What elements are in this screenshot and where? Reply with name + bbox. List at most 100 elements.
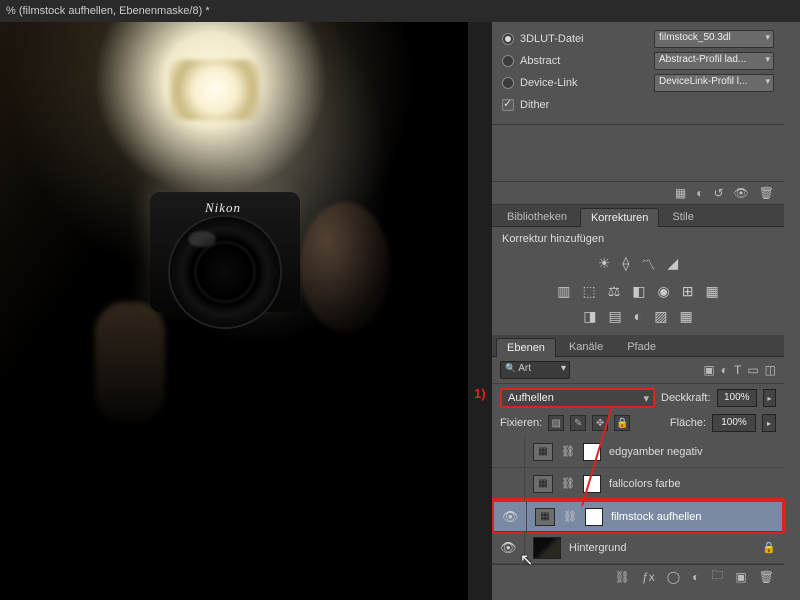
layers-footer-icons: ⛓ ƒx ◯ ◐ 🗀 ▣ 🗑 (492, 564, 784, 588)
photo-hand (95, 302, 165, 422)
radio-device-link[interactable] (502, 77, 514, 89)
filter-adjustment-icon[interactable]: ◐ (721, 363, 728, 377)
photo-camera-lens (170, 217, 280, 327)
adjustment-thumbnail-icon: ▦ (535, 508, 555, 526)
layer-mask-thumbnail[interactable] (583, 443, 601, 461)
adj-posterize-icon[interactable]: ▤ (609, 308, 622, 325)
image-canvas[interactable]: Nikon (0, 22, 468, 600)
layer-lock-row: Fixieren: ▨ ✎ ✥ 🔒 Fläche: 100% ▸ (492, 410, 784, 436)
layer-row-edgyamber[interactable]: 👁 ▦ ⛓ edgyamber negativ (492, 436, 784, 468)
filter-shape-icon[interactable]: ▭ (747, 363, 758, 377)
adj-exposure-icon[interactable]: ◢ (667, 255, 678, 275)
tab-styles[interactable]: Stile (661, 207, 704, 226)
layer-row-filmstock[interactable]: 👁 ▦ ⛓ filmstock aufhellen (492, 500, 784, 532)
visibility-toggle[interactable]: 👁 (500, 540, 516, 556)
document-tab-bar: % (filmstock aufhellen, Ebenenmaske/8) * (0, 0, 800, 22)
adj-gradientmap-icon[interactable]: ▦ (679, 308, 692, 325)
tab-channels[interactable]: Kanäle (558, 337, 614, 356)
adj-colorlookup-icon[interactable]: ▦ (705, 283, 718, 300)
label-device-link: Device-Link (520, 77, 577, 89)
dropdown-device-link-profile[interactable]: DeviceLink-Profil l... (654, 74, 774, 92)
adjustments-panel: Korrektur hinzufügen ☀ ⟠ 〽 ◢ ▥ ⬚ ⚖ ◧ ◉ ⊞… (492, 227, 784, 335)
adj-curves-icon[interactable]: 〽 (641, 255, 655, 275)
layer-filter-bar: Art ▣ ◐ T ▭ ◫ (492, 357, 784, 384)
adjustment-thumbnail-icon: ▦ (533, 443, 553, 461)
adj-vibrance-icon[interactable]: ▥ (557, 283, 570, 300)
background-lock-icon[interactable]: 🔒 (762, 541, 776, 554)
new-group-icon[interactable]: 🗀 (711, 566, 723, 587)
adj-photofilter-icon[interactable]: ◉ (658, 283, 670, 300)
new-adjustment-layer-icon[interactable]: ◐ (692, 570, 699, 584)
filter-smart-icon[interactable]: ◫ (765, 363, 776, 377)
adjustment-thumbnail-icon: ▦ (533, 475, 553, 493)
adj-threshold-icon[interactable]: ◐ (634, 308, 642, 325)
layer-name-label[interactable]: Hintergrund (569, 542, 626, 554)
dropdown-3dlut-file[interactable]: filmstock_50.3dl (654, 30, 774, 48)
radio-abstract[interactable] (502, 55, 514, 67)
view-previous-icon[interactable]: ◐ (696, 186, 703, 200)
filter-pixel-icon[interactable]: ▣ (703, 363, 714, 377)
fill-value-input[interactable]: 100% (712, 414, 756, 432)
tab-libraries[interactable]: Bibliotheken (496, 207, 578, 226)
dropdown-abstract-profile[interactable]: Abstract-Profil lad... (654, 52, 774, 70)
layer-name-label[interactable]: filmstock aufhellen (611, 511, 702, 523)
lock-position-icon[interactable]: ✥ (592, 415, 608, 431)
opacity-stepper[interactable]: ▸ (763, 389, 776, 407)
layer-thumbnail[interactable] (533, 537, 561, 559)
visibility-toggle[interactable]: 👁 (500, 444, 516, 460)
new-layer-icon[interactable]: ▣ (735, 570, 746, 584)
layer-style-icon[interactable]: ƒx (642, 570, 655, 584)
tab-adjustments[interactable]: Korrekturen (580, 208, 659, 227)
adj-levels-icon[interactable]: ⟠ (622, 255, 629, 275)
blend-mode-dropdown[interactable]: Aufhellen (500, 388, 655, 408)
lock-transparency-icon[interactable]: ▨ (548, 415, 564, 431)
filter-type-icon[interactable]: T (734, 363, 741, 377)
adj-brightness-icon[interactable]: ☀ (598, 255, 611, 275)
layer-mask-thumbnail[interactable] (583, 475, 601, 493)
lock-all-icon[interactable]: 🔒 (614, 415, 630, 431)
add-mask-icon[interactable]: ◯ (667, 570, 680, 584)
toggle-visibility-icon[interactable]: 👁 (734, 186, 749, 200)
adj-invert-icon[interactable]: ◨ (583, 308, 596, 325)
link-icon: ⛓ (561, 445, 575, 458)
fill-stepper[interactable]: ▸ (762, 414, 776, 432)
clip-to-layer-icon[interactable]: ▦ (675, 186, 686, 200)
visibility-toggle[interactable]: 👁 (502, 509, 518, 525)
photo-flash-highlight (170, 60, 260, 120)
checkbox-dither[interactable] (502, 99, 514, 111)
canvas-area[interactable]: Nikon (0, 22, 492, 600)
adjustments-heading: Korrektur hinzufügen (502, 233, 774, 245)
adj-selectivecolor-icon[interactable]: ▨ (654, 308, 667, 325)
adjustments-tabstrip: Bibliotheken Korrekturen Stile (492, 205, 784, 227)
reset-icon[interactable]: ↺ (713, 186, 723, 200)
adj-channelmix-icon[interactable]: ⊞ (682, 283, 694, 300)
adj-colorbalance-icon[interactable]: ⚖ (608, 283, 621, 300)
lock-pixels-icon[interactable]: ✎ (570, 415, 586, 431)
layer-blend-controls: 1) Aufhellen Deckkraft: 100% ▸ (492, 384, 784, 410)
document-tab-title[interactable]: % (filmstock aufhellen, Ebenenmaske/8) * (6, 5, 210, 17)
layer-name-label[interactable]: edgyamber negativ (609, 446, 703, 458)
photo-camera-body: Nikon (150, 192, 300, 312)
opacity-label: Deckkraft: (661, 392, 711, 404)
delete-layer-icon[interactable]: 🗑 (759, 570, 774, 584)
fill-label: Fläche: (670, 417, 706, 429)
layer-name-label[interactable]: fallcolors farbe (609, 478, 681, 490)
visibility-toggle[interactable]: 👁 (500, 476, 516, 492)
layer-mask-thumbnail[interactable] (585, 508, 603, 526)
opacity-value-input[interactable]: 100% (717, 389, 757, 407)
photo-face (300, 202, 390, 332)
layer-row-background[interactable]: 👁 Hintergrund 🔒 (492, 532, 784, 564)
adj-bw-icon[interactable]: ◧ (632, 283, 645, 300)
tab-paths[interactable]: Pfade (616, 337, 667, 356)
tab-layers[interactable]: Ebenen (496, 338, 556, 357)
layer-filter-kind-dropdown[interactable]: Art (500, 361, 570, 379)
delete-adjustment-icon[interactable]: 🗑 (759, 186, 774, 200)
layers-list: 👁 ▦ ⛓ edgyamber negativ 👁 ▦ ⛓ fallcolors… (492, 436, 784, 564)
link-icon: ⛓ (561, 477, 575, 490)
adj-hue-icon[interactable]: ⬚ (583, 283, 596, 300)
radio-3dlut[interactable] (502, 33, 514, 45)
label-3dlut: 3DLUT-Datei (520, 33, 584, 45)
layer-row-fallcolors[interactable]: 👁 ▦ ⛓ fallcolors farbe (492, 468, 784, 500)
label-dither: Dither (520, 99, 549, 111)
link-layers-icon[interactable]: ⛓ (615, 570, 630, 584)
